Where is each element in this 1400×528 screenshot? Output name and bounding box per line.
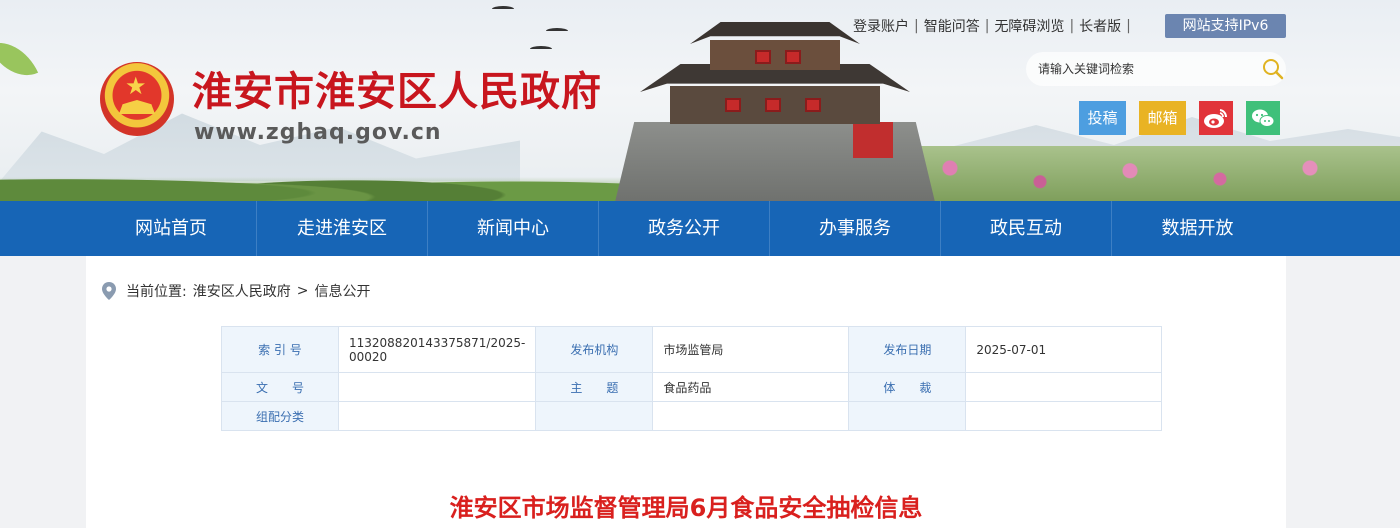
index-number-label: 索 引 号 [221, 326, 339, 373]
document-meta-table: 索 引 号 113208820143375871/2025-00020 发布机构… [221, 326, 1163, 431]
search-box [1026, 52, 1286, 86]
category-value [337, 401, 537, 431]
nav-gov-affairs[interactable]: 政务公开 [599, 201, 770, 256]
publish-date-label: 发布日期 [848, 326, 967, 373]
ipv6-badge: 网站支持IPv6 [1165, 14, 1286, 38]
doc-number-value [337, 372, 537, 402]
empty-label-cell [848, 401, 967, 431]
nav-home[interactable]: 网站首页 [86, 201, 257, 256]
weibo-button[interactable] [1199, 101, 1233, 135]
wechat-icon [1252, 109, 1275, 127]
bird-decoration [546, 28, 568, 34]
nav-about-huaian[interactable]: 走进淮安区 [257, 201, 428, 256]
nav-news-center[interactable]: 新闻中心 [428, 201, 599, 256]
location-pin-icon [102, 282, 116, 300]
bird-decoration [492, 6, 514, 12]
empty-label-cell [535, 401, 654, 431]
search-input[interactable] [1038, 60, 1248, 78]
publisher-label: 发布机构 [535, 326, 654, 373]
divider: | [984, 18, 990, 34]
divider: | [1069, 18, 1075, 34]
wechat-button[interactable] [1246, 101, 1280, 135]
breadcrumb: 当前位置: 淮安区人民政府 > 信息公开 [102, 281, 370, 301]
genre-value [965, 372, 1163, 402]
main-nav: 网站首页 走进淮安区 新闻中心 政务公开 办事服务 政民互动 数据开放 [0, 201, 1400, 256]
genre-label: 体 裁 [848, 372, 967, 402]
site-title[interactable]: 淮安市淮安区人民政府 [192, 68, 602, 116]
nav-interaction[interactable]: 政民互动 [941, 201, 1112, 256]
site-url: www.zghaq.gov.cn [194, 120, 442, 145]
login-link[interactable]: 登录账户 [853, 16, 909, 36]
pavilion-illustration [615, 22, 935, 201]
trees-decoration [0, 161, 640, 201]
divider: | [1126, 18, 1131, 34]
national-emblem-logo: ★ [100, 62, 174, 140]
table-row: 索 引 号 113208820143375871/2025-00020 发布机构… [221, 326, 1163, 373]
topic-value: 食品药品 [652, 372, 850, 402]
topic-label: 主 题 [535, 372, 654, 402]
content-panel: 当前位置: 淮安区人民政府 > 信息公开 索 引 号 1132088201433… [86, 256, 1286, 528]
nav-services[interactable]: 办事服务 [770, 201, 941, 256]
bird-decoration [530, 46, 552, 52]
site-header: ★ 淮安市淮安区人民政府 www.zghaq.gov.cn 登录账户 | 智能问… [0, 0, 1400, 201]
submit-article-button[interactable]: 投稿 [1079, 101, 1126, 135]
mailbox-button[interactable]: 邮箱 [1139, 101, 1186, 135]
table-row: 组配分类 [221, 401, 1163, 431]
breadcrumb-separator: > [296, 283, 309, 299]
publish-date-value: 2025-07-01 [965, 326, 1163, 373]
category-label: 组配分类 [221, 401, 339, 431]
index-number-value: 113208820143375871/2025-00020 [337, 326, 537, 373]
table-row: 文 号 主 题 食品药品 体 裁 [221, 372, 1163, 402]
top-links: 登录账户 | 智能问答 | 无障碍浏览 | 长者版 | [853, 16, 1136, 36]
breadcrumb-label: 当前位置: [126, 284, 187, 300]
divider: | [914, 18, 919, 34]
doc-number-label: 文 号 [221, 372, 339, 402]
article-title: 淮安区市场监督管理局6月食品安全抽检信息 [449, 494, 923, 522]
breadcrumb-info-public-link[interactable]: 信息公开 [314, 281, 370, 301]
leaf-decoration [0, 30, 39, 88]
breadcrumb-home-link[interactable]: 淮安区人民政府 [193, 281, 291, 301]
accessibility-link[interactable]: 无障碍浏览 [994, 16, 1064, 36]
weibo-icon [1204, 109, 1228, 128]
publisher-value: 市场监管局 [652, 326, 850, 373]
smart-qa-link[interactable]: 智能问答 [924, 16, 980, 36]
empty-value-cell [965, 401, 1163, 431]
empty-value-cell [652, 401, 850, 431]
elder-mode-link[interactable]: 长者版 [1079, 16, 1121, 36]
nav-open-data[interactable]: 数据开放 [1112, 201, 1283, 256]
search-icon[interactable] [1262, 58, 1284, 80]
